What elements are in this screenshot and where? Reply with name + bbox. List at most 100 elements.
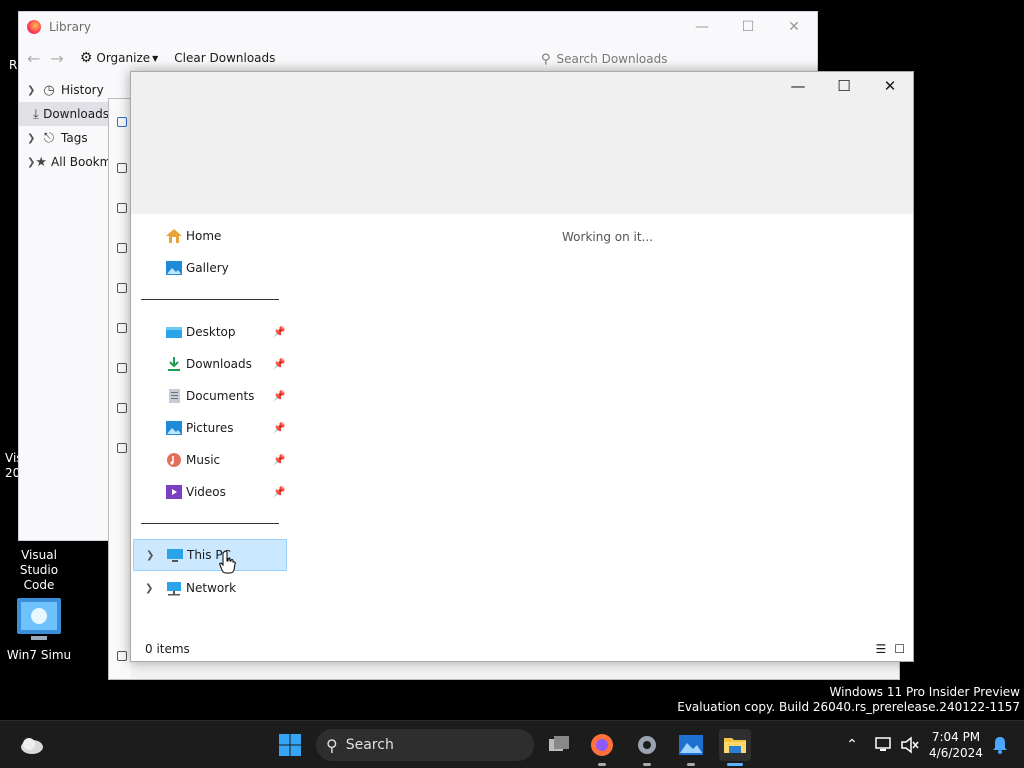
chevron-up-icon[interactable]: ⌃ [836,729,868,761]
tree-item-all-bookmarks[interactable]: ❯ ★ All Bookmarks [19,150,109,174]
image-viewer-taskbar-icon[interactable] [675,729,707,761]
hand-cursor-icon [219,550,236,574]
pin-icon[interactable]: 📌 [273,327,285,338]
background-window-statusbar [157,661,899,679]
watermark-line-1: Windows 11 Pro Insider Preview [829,685,1020,699]
nav-item-desktop[interactable]: Desktop 📌 [133,316,287,348]
minimize-icon[interactable]: — [775,72,821,100]
star-icon: ★ [35,154,48,170]
maximize-icon[interactable]: ☐ [821,72,867,100]
nav-item-this-pc[interactable]: ❯ This PC [133,539,287,571]
chevron-right-icon[interactable]: ❯ [27,85,41,96]
organize-button[interactable]: ⚙ Organize ▼ [80,50,158,66]
forward-arrow-icon[interactable]: → [50,49,63,68]
chevron-right-icon[interactable]: ❯ [27,157,35,168]
computer-icon [167,549,183,562]
search-downloads-input[interactable]: ⚲ Search Downloads [541,48,811,70]
nav-item-network[interactable]: ❯ Network [133,572,287,604]
nav-item-label: Documents [186,389,255,403]
desktop-partial-label-r: R [9,58,18,72]
nav-item-pictures[interactable]: Pictures 📌 [133,412,287,444]
pin-icon[interactable]: 📌 [273,359,285,370]
windows-watermark: Windows 11 Pro Insider Preview Evaluatio… [677,685,1020,715]
running-indicator [687,763,695,766]
nav-item-downloads[interactable]: Downloads 📌 [133,348,287,380]
tree-item-label: Downloads [43,107,109,121]
tree-item-history[interactable]: ❯ ◷ History [19,78,109,102]
pin-icon[interactable]: 📌 [273,487,285,498]
library-window-controls: — ☐ ✕ [679,12,817,42]
tree-item-label: History [61,83,104,97]
notification-bell-icon[interactable] [984,729,1016,761]
nav-separator [141,523,279,524]
clear-downloads-button[interactable]: Clear Downloads [174,51,275,65]
gallery-icon [166,261,182,275]
nav-item-label: Music [186,453,221,467]
clock-icon: ◷ [43,82,55,98]
sidebar-glyph-icon [117,363,127,373]
videos-icon [166,485,182,499]
loading-message: Working on it... [562,230,654,244]
task-view-icon[interactable] [543,729,575,761]
pin-icon[interactable]: 📌 [273,455,285,466]
organize-label: Organize [96,51,151,65]
taskbar-clock[interactable]: 7:04 PM 4/6/2024 [928,729,984,761]
desktop-icon [166,327,182,338]
sidebar-glyph-icon [117,443,127,453]
pictures-icon [166,421,182,435]
taskbar: ⚲ Search ⌃ 7:04 PM 4/6/2024 [0,720,1024,768]
nav-item-documents[interactable]: Documents 📌 [133,380,287,412]
vscode-label: Visual Studio Code [19,548,59,592]
taskbar-search-box[interactable]: ⚲ Search [316,729,534,761]
close-icon[interactable]: ✕ [867,72,913,100]
clock-time: 7:04 PM [931,730,981,744]
explorer-window-controls: — ☐ ✕ [775,72,913,100]
desktop-icon-win7-simu[interactable]: Win7 Simu [4,596,74,663]
settings-taskbar-icon[interactable] [631,729,663,761]
tree-item-downloads[interactable]: ⤓ Downloads [19,102,109,126]
pin-icon[interactable]: 📌 [273,423,285,434]
nav-item-label: Network [186,581,237,595]
firefox-taskbar-icon[interactable] [586,729,618,761]
tree-item-label: All Bookmarks [51,155,109,169]
start-button-icon[interactable] [274,729,306,761]
maximize-icon[interactable]: ☐ [725,12,771,42]
details-view-icon[interactable]: ☰ [875,642,886,656]
tree-item-tags[interactable]: ❯ ⎋ Tags [19,126,109,150]
nav-item-label: Gallery [186,261,229,275]
pin-icon[interactable]: 📌 [273,391,285,402]
status-item-count: 0 items [145,642,190,656]
file-explorer-window[interactable]: — ☐ ✕ Home Gallery Desktop 📌 Downloads 📌… [130,71,914,662]
back-arrow-icon[interactable]: ← [27,49,40,68]
desktop-icon-vscode[interactable]: Visual Studio Code [4,548,74,593]
minimize-icon[interactable]: — [679,12,725,42]
chevron-right-icon[interactable]: ❯ [27,133,41,144]
nav-item-home[interactable]: Home [133,220,287,252]
nav-item-label: Videos [186,485,226,499]
chevron-right-icon[interactable]: ❯ [145,583,153,594]
running-indicator [598,763,606,766]
search-placeholder: Search Downloads [556,52,668,66]
sidebar-glyph-icon [117,203,127,213]
download-icon [168,357,180,371]
view-toggle: ☰ ☐ [875,642,905,656]
win7-simu-label: Win7 Simu [6,648,72,662]
tiles-view-icon[interactable]: ☐ [894,642,905,656]
sidebar-glyph-icon [117,163,127,173]
nav-item-gallery[interactable]: Gallery [133,252,287,284]
nav-item-music[interactable]: Music 📌 [133,444,287,476]
music-icon [167,453,181,467]
volume-muted-icon[interactable] [894,729,926,761]
sidebar-glyph-icon [117,651,127,661]
document-icon [169,389,180,403]
nav-item-videos[interactable]: Videos 📌 [133,476,287,508]
gear-icon: ⚙ [79,50,93,66]
win7-simu-icon [15,596,63,644]
nav-item-label: Home [186,229,222,243]
chevron-right-icon[interactable]: ❯ [146,550,154,561]
file-explorer-taskbar-icon[interactable] [719,729,751,761]
sidebar-glyph-icon [117,283,127,293]
weather-widget-icon[interactable] [16,729,48,761]
clock-date: 4/6/2024 [929,746,983,760]
close-icon[interactable]: ✕ [771,12,817,42]
